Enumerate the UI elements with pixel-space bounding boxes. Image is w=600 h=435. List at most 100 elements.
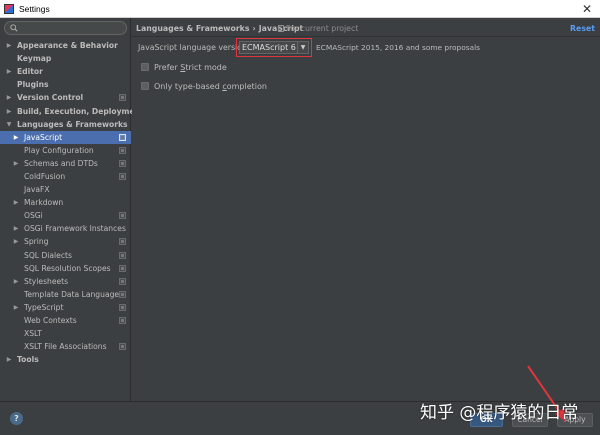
language-version-select[interactable]: ECMAScript 6 ▼: [239, 41, 309, 54]
sidebar-item-label: XSLT: [24, 329, 42, 339]
sidebar-item-label: Markdown: [24, 198, 64, 208]
sidebar-item-label: Keymap: [17, 54, 52, 64]
type-based-completion-label: Only type-based completion: [154, 81, 267, 91]
sidebar-item-plugins[interactable]: Plugins: [0, 78, 131, 91]
language-version-description: ECMAScript 2015, 2016 and some proposals: [316, 43, 481, 52]
scope-note-text: For current project: [286, 24, 359, 33]
type-based-completion-checkbox[interactable]: [141, 82, 149, 90]
settings-tree: ▶ Appearance & Behavior Keymap ▶ Editor Plugi…: [0, 39, 144, 366]
project-scope-icon: [119, 277, 126, 285]
project-scope-icon: [119, 94, 126, 102]
sidebar-item-label: Stylesheets: [24, 276, 69, 286]
project-scope-icon: [119, 264, 126, 272]
project-scope-icon: [119, 159, 126, 167]
search-box[interactable]: [4, 21, 127, 35]
sidebar-item-label: Tools: [17, 355, 39, 365]
sidebar-item-label: SQL Dialects: [24, 250, 72, 260]
search-input[interactable]: [21, 22, 121, 34]
scope-note: For current project: [278, 24, 358, 33]
breadcrumb-separator: ›: [252, 24, 256, 33]
sidebar-item-build-execution-deployment[interactable]: ▶ Build, Execution, Deployment: [0, 104, 144, 117]
sidebar-item-languages-frameworks[interactable]: ▼ Languages & Frameworks: [0, 118, 131, 131]
close-button[interactable]: ✕: [582, 1, 592, 17]
reset-link[interactable]: Reset: [570, 24, 595, 33]
sidebar-item-sql-resolution-scopes[interactable]: SQL Resolution Scopes: [0, 262, 131, 275]
sidebar-item-label: Schemas and DTDs: [24, 158, 98, 168]
dialog-footer: ? OK Cancel Apply: [0, 401, 600, 435]
project-scope-icon: [119, 317, 126, 325]
sidebar-item-label: Appearance & Behavior: [17, 41, 118, 51]
collapsed-arrow-icon[interactable]: ▶: [12, 278, 20, 285]
sidebar-item-xslt-file-associations[interactable]: XSLT File Associations: [0, 340, 131, 353]
sidebar-item-appearance-behavior[interactable]: ▶ Appearance & Behavior: [0, 39, 131, 52]
language-version-value: ECMAScript 6: [242, 43, 296, 52]
project-scope-icon: [119, 290, 126, 298]
sidebar-item-label: Template Data Languages: [24, 289, 124, 299]
collapsed-arrow-icon[interactable]: ▶: [5, 356, 13, 363]
language-version-label: JavaScript language version: [138, 43, 247, 52]
sidebar-item-spring[interactable]: ▶ Spring: [0, 235, 131, 248]
prefer-strict-checkbox[interactable]: [141, 63, 149, 71]
dropdown-arrow-icon[interactable]: ▼: [297, 42, 308, 53]
prefer-strict-label: Prefer Strict mode: [154, 62, 227, 72]
header-divider: [132, 36, 600, 37]
search-icon: [10, 24, 18, 32]
sidebar-item-label: TypeScript: [24, 302, 64, 312]
sidebar-item-label: Editor: [17, 67, 43, 77]
prefer-strict-row[interactable]: Prefer Strict mode: [141, 62, 227, 72]
project-scope-icon: [119, 133, 126, 141]
help-button[interactable]: ?: [10, 412, 23, 425]
sidebar-item-schemas-and-dtds[interactable]: ▶ Schemas and DTDs: [0, 157, 131, 170]
collapsed-arrow-icon[interactable]: ▶: [5, 42, 13, 49]
collapsed-arrow-icon[interactable]: ▶: [12, 304, 20, 311]
collapsed-arrow-icon[interactable]: ▶: [12, 238, 20, 245]
sidebar-item-javafx[interactable]: JavaFX: [0, 183, 131, 196]
sidebar-item-version-control[interactable]: ▶ Version Control: [0, 91, 131, 104]
sidebar-item-typescript[interactable]: ▶ TypeScript: [0, 301, 131, 314]
sidebar-item-label: XSLT File Associations: [24, 342, 107, 352]
collapsed-arrow-icon[interactable]: ▶: [5, 108, 13, 115]
apply-button[interactable]: Apply: [557, 413, 593, 427]
expanded-arrow-icon[interactable]: ▼: [5, 121, 13, 128]
project-scope-icon: [119, 251, 126, 259]
sidebar-item-xslt[interactable]: XSLT: [0, 327, 131, 340]
sidebar-item-web-contexts[interactable]: Web Contexts: [0, 314, 131, 327]
sidebar-item-play-configuration[interactable]: Play Configuration: [0, 144, 131, 157]
sidebar-item-sql-dialects[interactable]: SQL Dialects: [0, 249, 131, 262]
sidebar-item-osgi[interactable]: OSGi: [0, 209, 131, 222]
collapsed-arrow-icon[interactable]: ▶: [12, 199, 20, 206]
sidebar-item-keymap[interactable]: Keymap: [0, 52, 131, 65]
cancel-button[interactable]: Cancel: [512, 413, 548, 427]
project-scope-icon: [278, 25, 284, 32]
sidebar-item-javascript[interactable]: ▶ JavaScript: [0, 130, 131, 144]
project-scope-icon: [119, 146, 126, 154]
sidebar-item-label: Plugins: [17, 80, 49, 90]
sidebar-item-label: Version Control: [17, 93, 84, 103]
collapsed-arrow-icon[interactable]: ▶: [12, 225, 20, 232]
sidebar-item-markdown[interactable]: ▶ Markdown: [0, 196, 131, 209]
ok-button[interactable]: OK: [470, 413, 503, 427]
project-scope-icon: [119, 343, 126, 351]
sidebar-item-stylesheets[interactable]: ▶ Stylesheets: [0, 275, 131, 288]
collapsed-arrow-icon[interactable]: ▶: [5, 94, 13, 101]
project-scope-icon: [119, 212, 126, 220]
project-scope-icon: [119, 172, 126, 180]
sidebar-item-label: JavaFX: [24, 185, 50, 195]
sidebar-item-coldfusion[interactable]: ColdFusion: [0, 170, 131, 183]
project-scope-icon: [119, 238, 126, 246]
sidebar-item-label: ColdFusion: [24, 171, 66, 181]
sidebar-item-template-data-languages[interactable]: Template Data Languages: [0, 288, 131, 301]
sidebar-item-label: Languages & Frameworks: [17, 119, 128, 129]
collapsed-arrow-icon[interactable]: ▶: [12, 134, 20, 141]
sidebar-item-osgi-framework-instances[interactable]: ▶ OSGi Framework Instances: [0, 222, 131, 235]
breadcrumb-parent[interactable]: Languages & Frameworks: [136, 24, 250, 33]
title-bar: Settings ✕: [0, 0, 600, 18]
collapsed-arrow-icon[interactable]: ▶: [12, 160, 20, 167]
type-based-completion-row[interactable]: Only type-based completion: [141, 81, 267, 91]
collapsed-arrow-icon[interactable]: ▶: [5, 68, 13, 75]
sidebar-item-tools[interactable]: ▶ Tools: [0, 353, 131, 366]
sidebar-item-editor[interactable]: ▶ Editor: [0, 65, 131, 78]
sidebar-item-label: SQL Resolution Scopes: [24, 263, 111, 273]
sidebar-item-label: JavaScript: [24, 132, 63, 142]
project-scope-icon: [119, 303, 126, 311]
